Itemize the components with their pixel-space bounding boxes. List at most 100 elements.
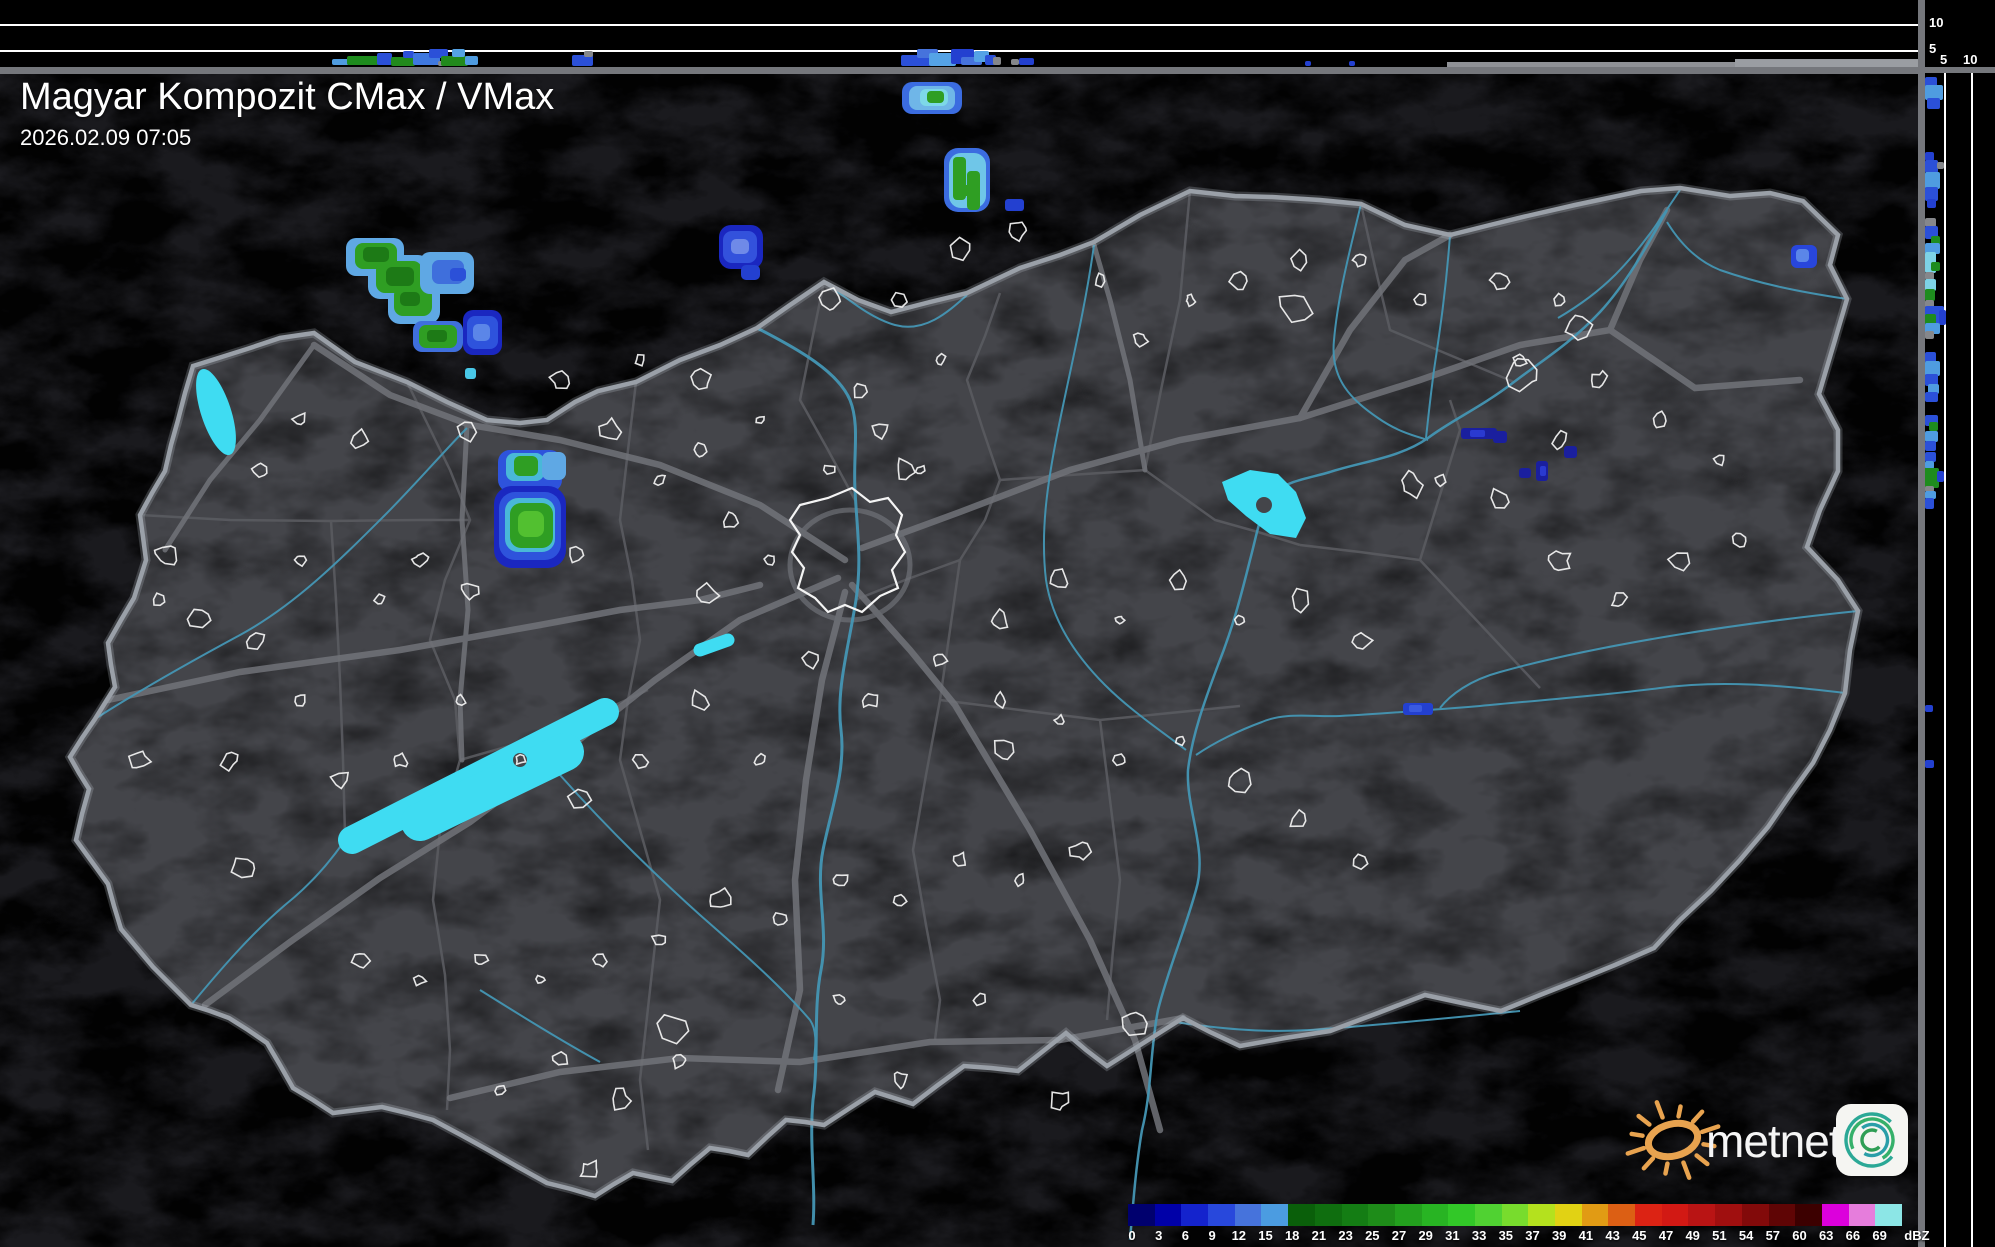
axis-corner: 10 5 5 10: [1925, 0, 1995, 67]
echo-profile-block: [1931, 262, 1940, 271]
legend-color-swatch: [1235, 1204, 1262, 1226]
legend-tick-label: 39: [1552, 1228, 1566, 1243]
legend-color-scale: [1128, 1204, 1902, 1226]
legend-tick-label: 31: [1445, 1228, 1459, 1243]
legend-tick-label: 43: [1605, 1228, 1619, 1243]
radar-echo: [427, 330, 447, 342]
vertical-cross-section-top: [0, 0, 1918, 67]
radar-echo: [1540, 466, 1546, 476]
legend-tick-label: 33: [1472, 1228, 1486, 1243]
top-axis-label-5: 5: [1929, 41, 1936, 56]
legend-color-swatch: [1528, 1204, 1555, 1226]
legend-tick-label: 3: [1155, 1228, 1162, 1243]
radar-echo: [1519, 468, 1531, 478]
legend-color-swatch: [1315, 1204, 1342, 1226]
legend-tick-label: 57: [1766, 1228, 1780, 1243]
legend-color-swatch: [1822, 1204, 1849, 1226]
legend-color-swatch: [1181, 1204, 1208, 1226]
radar-app-window: metnet 10 5 5 10 Magyar Kompozit CMax /: [0, 0, 1995, 1247]
radar-echo: [473, 324, 490, 341]
radar-echo: [741, 265, 760, 280]
legend-tick-label: 21: [1312, 1228, 1326, 1243]
echo-profile-block: [1927, 98, 1940, 109]
dbz-legend: 0 3 69 12 15 18 21 23 25 27 29 31 33 35 37 39 41 43 45 47 49…: [1128, 1204, 1918, 1246]
legend-color-swatch: [1849, 1204, 1876, 1226]
legend-tick-label: 18: [1285, 1228, 1299, 1243]
legend-color-swatch: [1742, 1204, 1769, 1226]
legend-tick-label: 0: [1128, 1228, 1135, 1243]
echo-profile-block: [377, 53, 392, 65]
echo-profile-block: [1019, 58, 1034, 65]
legend-color-swatch: [1555, 1204, 1582, 1226]
legend-tick-label: 29: [1418, 1228, 1432, 1243]
radar-echo: [363, 247, 389, 262]
legend-color-swatch: [1475, 1204, 1502, 1226]
legend-tick-label: 23: [1338, 1228, 1352, 1243]
radar-echo: [386, 267, 414, 286]
echo-profile-block: [1925, 331, 1934, 339]
legend-tick-label: 47: [1659, 1228, 1673, 1243]
legend-tick-label: 15: [1258, 1228, 1272, 1243]
echo-profile-block: [1925, 441, 1936, 451]
legend-tick-label: 49: [1685, 1228, 1699, 1243]
echo-profile-block: [1925, 705, 1933, 712]
radar-map[interactable]: metnet: [0, 0, 1995, 1247]
echo-profile-block: [465, 56, 478, 65]
echo-profile-block: [1925, 392, 1938, 402]
legend-color-swatch: [1368, 1204, 1395, 1226]
radar-echo: [957, 185, 979, 196]
legend-color-swatch: [1155, 1204, 1182, 1226]
page-title: Magyar Kompozit CMax / VMax: [20, 76, 554, 119]
radar-echo: [518, 511, 544, 537]
legend-tick-label: 51: [1712, 1228, 1726, 1243]
radar-echo: [1409, 705, 1422, 712]
legend-color-swatch: [1288, 1204, 1315, 1226]
gridline-10km: [0, 24, 1918, 26]
echo-profile-block: [1349, 61, 1355, 66]
legend-color-swatch: [1608, 1204, 1635, 1226]
legend-color-swatch: [1395, 1204, 1422, 1226]
strip-separator-horizontal: [0, 67, 1995, 74]
legend-tick-label: 37: [1525, 1228, 1539, 1243]
echo-profile-block: [347, 56, 379, 65]
legend-color-swatch: [1582, 1204, 1609, 1226]
legend-color-swatch: [1502, 1204, 1529, 1226]
radar-echo: [542, 452, 566, 480]
legend-tick-label: 41: [1579, 1228, 1593, 1243]
legend-color-swatch: [1422, 1204, 1449, 1226]
legend-tick-label: 35: [1499, 1228, 1513, 1243]
spiral-app-icon: [1835, 1103, 1908, 1176]
echo-profile-block: [1925, 760, 1934, 768]
legend-color-swatch: [1795, 1204, 1822, 1226]
legend-color-swatch: [1635, 1204, 1662, 1226]
legend-color-swatch: [1875, 1204, 1902, 1226]
legend-unit-label: dBZ: [1904, 1228, 1929, 1243]
radar-echo: [731, 239, 749, 254]
radar-echo: [1796, 249, 1809, 262]
echo-profile-block: [1937, 471, 1944, 482]
echo-profile-block: [993, 57, 1001, 65]
legend-tick-label: 45: [1632, 1228, 1646, 1243]
legend-tick-label: 69: [1872, 1228, 1886, 1243]
echo-profile-block: [1937, 162, 1944, 169]
legend-tick-label: 60: [1792, 1228, 1806, 1243]
legend-color-swatch: [1261, 1204, 1288, 1226]
gridline-5km: [1944, 73, 1946, 1247]
legend-tick-label: 54: [1739, 1228, 1753, 1243]
legend-color-swatch: [1128, 1204, 1155, 1226]
echo-profile-block: [452, 49, 465, 57]
legend-tick-label: 25: [1365, 1228, 1379, 1243]
legend-color-swatch: [1662, 1204, 1689, 1226]
title-block: Magyar Kompozit CMax / VMax 2026.02.09 0…: [20, 76, 554, 151]
legend-color-swatch: [1342, 1204, 1369, 1226]
legend-tick-label: 66: [1846, 1228, 1860, 1243]
radar-echo: [465, 368, 476, 379]
legend-tick-label: 27: [1392, 1228, 1406, 1243]
echo-profile-block: [1929, 422, 1938, 431]
legend-color-swatch: [1769, 1204, 1796, 1226]
echo-profile-block: [584, 51, 593, 57]
legend-tick-label: 63: [1819, 1228, 1833, 1243]
legend-tick-label: 12: [1232, 1228, 1246, 1243]
radar-echo: [1005, 199, 1024, 211]
logo-text: metnet: [1706, 1115, 1842, 1167]
